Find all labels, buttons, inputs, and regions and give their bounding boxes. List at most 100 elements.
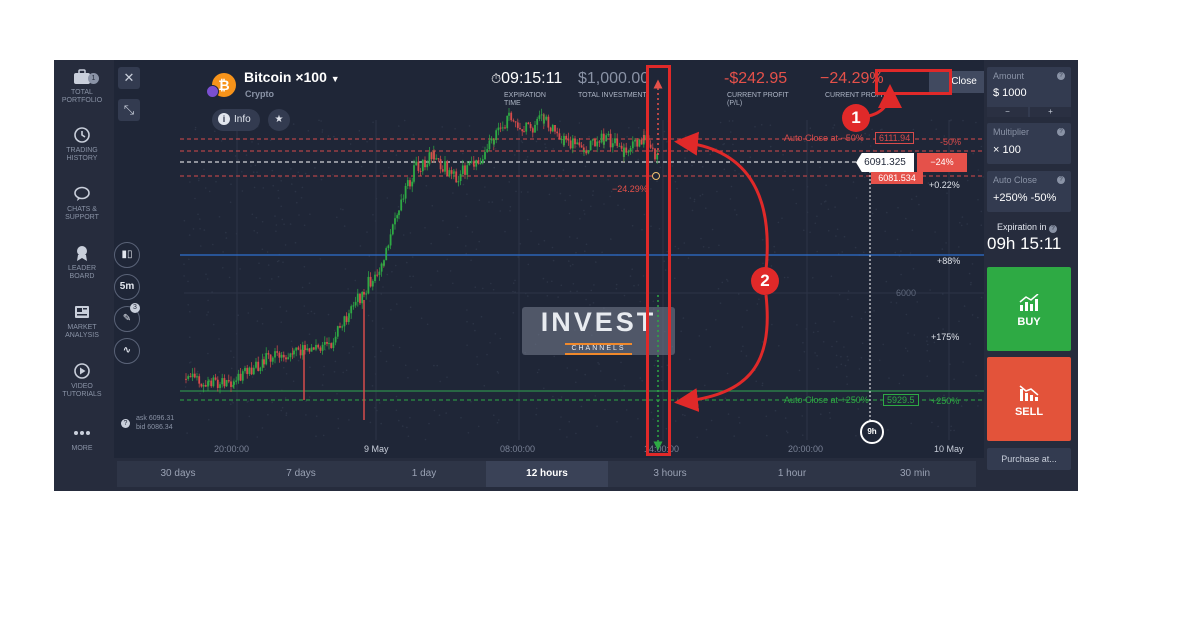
sidebar-item-market-analysis[interactable]: MARKET ANALYSIS [54, 303, 110, 340]
timeframe-button[interactable]: 5m [114, 274, 140, 300]
map-dot [309, 366, 311, 369]
map-dot [931, 421, 933, 424]
map-dot [769, 124, 772, 126]
buy-button[interactable]: BUY [987, 267, 1071, 351]
map-dot [701, 166, 704, 168]
map-dot [588, 135, 590, 138]
map-dot [816, 250, 818, 253]
map-dot [978, 392, 980, 395]
map-dot [738, 173, 740, 175]
amount-plus-button[interactable]: + [1030, 107, 1071, 117]
sidebar-item-total-portfolio[interactable]: 1 TOTAL PORTFOLIO [54, 68, 110, 105]
amount-field[interactable]: Amount ? $ 1000 − + [987, 67, 1071, 117]
info-button[interactable]: i Info [212, 109, 260, 131]
map-dot [926, 349, 928, 352]
timeframe-3-hours[interactable]: 3 hours [609, 461, 731, 487]
map-dot [937, 317, 940, 320]
map-dot [847, 290, 850, 292]
map-dot [472, 322, 475, 325]
map-dot [641, 228, 643, 231]
sidebar-item-trading-history[interactable]: TRADING HISTORY [54, 126, 110, 163]
sidebar-item-more[interactable]: MORE [54, 424, 110, 453]
map-dot [572, 283, 575, 285]
candle-body [486, 149, 489, 153]
chart-type-button[interactable]: ▮▯ [114, 242, 140, 268]
map-dot [220, 140, 223, 142]
map-dot [232, 402, 234, 404]
map-dot [885, 280, 888, 283]
map-dot [261, 220, 264, 223]
timeframe-30-days[interactable]: 30 days [117, 461, 239, 487]
favorite-button[interactable]: ★ [268, 109, 290, 131]
map-dot [817, 367, 819, 370]
map-dot [596, 425, 598, 428]
map-dot [382, 327, 384, 330]
sell-button[interactable]: SELL [987, 357, 1071, 441]
candle-body [490, 138, 493, 141]
candle-body [208, 380, 210, 382]
map-dot [205, 273, 207, 275]
map-dot [816, 215, 818, 218]
map-dot [382, 286, 384, 288]
map-dot [701, 193, 704, 196]
map-dot [762, 239, 764, 241]
amount-minus-button[interactable]: − [987, 107, 1028, 117]
timeframe-30-min[interactable]: 30 min [854, 461, 976, 487]
map-dot [796, 324, 798, 326]
timeframe-7-days[interactable]: 7 days [240, 461, 362, 487]
asset-selector[interactable]: Bitcoin ×100 ▼ [244, 69, 340, 85]
map-dot [589, 304, 591, 306]
map-dot [620, 361, 622, 364]
map-dot [246, 401, 249, 403]
multiplier-field[interactable]: Multiplier ? × 100 [987, 123, 1071, 164]
map-dot [980, 224, 983, 226]
price-chart[interactable]: ✕ ⤡ ₿ Bitcoin ×100 ▼ Crypto i Info ★ ⏱09:… [114, 60, 1024, 458]
map-dot [643, 213, 646, 216]
map-dot [576, 237, 578, 239]
map-dot [628, 127, 630, 129]
candle-body [464, 165, 466, 175]
help-icon[interactable]: ? [1057, 176, 1065, 184]
sidebar-item-video-tutorials[interactable]: VIDEO TUTORIALS [54, 362, 110, 399]
help-icon[interactable]: ? [1049, 225, 1058, 233]
candle-body [248, 367, 251, 375]
map-dot [334, 329, 336, 332]
map-dot [637, 418, 639, 420]
map-dot [953, 378, 955, 381]
sidebar-item-chats-support[interactable]: CHATS & SUPPORT [54, 185, 110, 222]
close-asset-button[interactable]: ✕ [118, 67, 140, 89]
pct-label-250: +250% [931, 396, 960, 406]
map-dot [263, 353, 266, 355]
map-dot [470, 400, 472, 403]
timeframe-12-hours[interactable]: 12 hours [486, 461, 608, 487]
map-dot [930, 119, 933, 122]
map-dot [767, 259, 770, 261]
timeframe-1-hour[interactable]: 1 hour [731, 461, 853, 487]
indicators-button[interactable]: ∿ [114, 338, 140, 364]
map-dot [253, 230, 255, 232]
candle-body [585, 150, 588, 154]
amount-value[interactable]: $ 1000 [993, 87, 1027, 99]
map-dot [578, 122, 581, 124]
help-icon[interactable]: ? [1057, 128, 1065, 136]
map-dot [913, 334, 916, 336]
map-dot [852, 181, 855, 183]
map-dot [520, 140, 523, 142]
candle-body [339, 326, 341, 328]
map-dot [284, 244, 287, 246]
expiry-marker[interactable]: 9h [860, 420, 884, 444]
candle-body [484, 152, 486, 160]
collapse-button[interactable]: ⤡ [118, 99, 140, 121]
timeframe-1-day[interactable]: 1 day [363, 461, 485, 487]
map-dot [864, 311, 867, 313]
map-dot [977, 405, 979, 407]
help-icon[interactable]: ? [121, 419, 130, 428]
map-dot [280, 409, 283, 412]
sidebar-item-leader-board[interactable]: LEADER BOARD [54, 244, 110, 281]
map-dot [980, 145, 983, 148]
map-dot [391, 270, 393, 273]
purchase-at-button[interactable]: Purchase at... [987, 448, 1071, 470]
help-icon[interactable]: ? [1057, 72, 1065, 80]
auto-close-field[interactable]: Auto Close ? +250% -50% [987, 171, 1071, 212]
map-dot [691, 209, 694, 212]
